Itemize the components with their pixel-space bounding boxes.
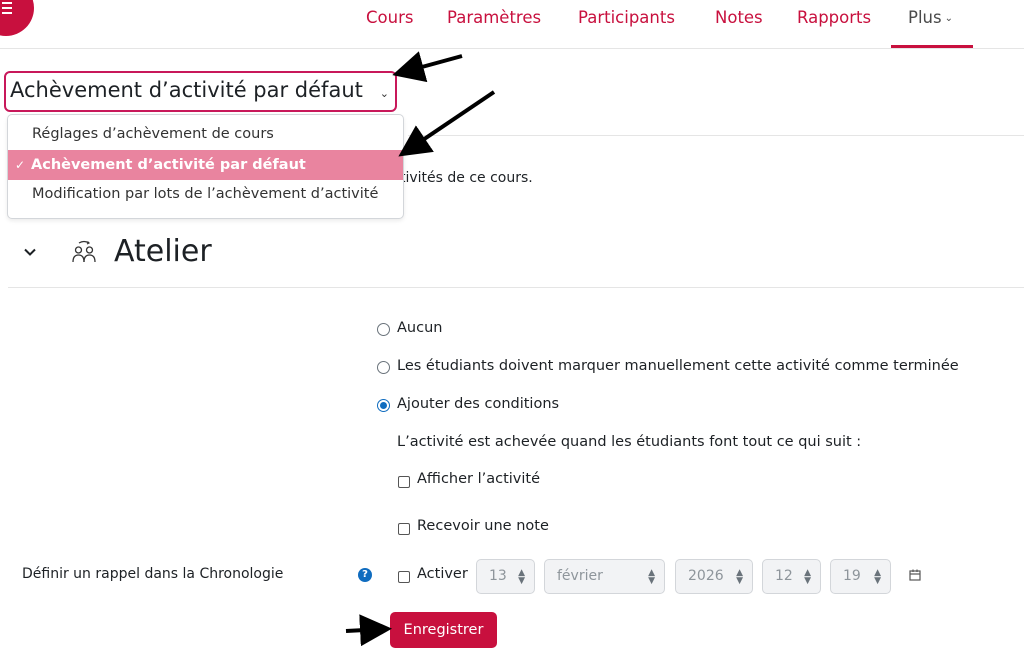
hour-select[interactable]: 12 ▲ ▼ — [762, 559, 821, 594]
calendar-icon[interactable] — [909, 569, 921, 581]
conditions-intro: L’activité est achevée quand les étudian… — [397, 434, 862, 450]
option-conditions-label: Ajouter des conditions — [397, 396, 560, 412]
sort-arrows-icon: ▲ ▼ — [648, 568, 655, 586]
sort-arrows-icon: ▲ ▼ — [736, 568, 743, 586]
dropdown-item-course-completion[interactable]: Réglages d’achèvement de cours — [8, 119, 403, 149]
hour-select-value: 12 — [775, 568, 793, 584]
radio-none[interactable] — [377, 323, 390, 336]
completion-page-dropdown: Réglages d’achèvement de cours ✓ Achèvem… — [7, 114, 404, 219]
month-select-value: février — [557, 568, 603, 584]
option-none-label: Aucun — [397, 320, 443, 336]
option-manual-label: Les étudiants doivent marquer manuelleme… — [397, 358, 959, 374]
month-select[interactable]: février ▲ ▼ — [544, 559, 665, 594]
checkbox-enable-reminder[interactable] — [398, 571, 410, 583]
top-navigation: Cours Paramètres Participants Notes Rapp… — [0, 0, 1024, 49]
nav-item-notes[interactable]: Notes — [715, 8, 763, 27]
sort-arrows-icon: ▲ ▼ — [804, 568, 811, 586]
chevron-down-icon: ⌄ — [379, 87, 389, 100]
annotation-arrow — [398, 90, 496, 157]
page-description: tivités de ce cours. — [400, 170, 533, 186]
sort-arrows-icon: ▲ ▼ — [518, 568, 525, 586]
divider — [408, 135, 1024, 136]
day-select[interactable]: 13 ▲ ▼ — [476, 559, 535, 594]
reminder-label: Définir un rappel dans la Chronologie — [22, 566, 284, 582]
workshop-icon — [72, 240, 96, 263]
save-button[interactable]: Enregistrer — [390, 612, 497, 648]
annotation-arrow — [392, 51, 463, 83]
checkbox-view[interactable] — [398, 476, 410, 488]
minute-select-value: 19 — [843, 568, 861, 584]
completion-page-select[interactable]: Achèvement d’activité par défaut ⌄ — [4, 71, 397, 112]
minute-select[interactable]: 19 ▲ ▼ — [830, 559, 891, 594]
completion-page-select-value: Achèvement d’activité par défaut — [10, 78, 363, 102]
dropdown-item-default-activity-completion[interactable]: ✓ Achèvement d’activité par défaut — [8, 150, 403, 180]
nav-item-participants[interactable]: Participants — [578, 8, 675, 27]
nav-more-label: Plus — [908, 8, 942, 27]
nav-item-cours[interactable]: Cours — [366, 8, 413, 27]
annotation-arrow — [345, 614, 392, 647]
check-icon: ✓ — [15, 158, 26, 172]
checkbox-grade-label: Recevoir une note — [417, 518, 549, 534]
checkbox-view-label: Afficher l’activité — [417, 471, 541, 487]
radio-conditions[interactable] — [377, 399, 390, 412]
divider — [8, 287, 1024, 288]
nav-item-parametres[interactable]: Paramètres — [447, 8, 541, 27]
nav-item-rapports[interactable]: Rapports — [797, 8, 871, 27]
chevron-down-icon: ⌄ — [944, 13, 953, 24]
chevron-down-icon[interactable] — [22, 244, 38, 260]
section-title: Atelier — [114, 234, 212, 269]
help-icon[interactable]: ? — [358, 568, 372, 582]
radio-manual[interactable] — [377, 361, 390, 374]
checkbox-grade[interactable] — [398, 523, 410, 535]
nav-active-indicator — [891, 45, 973, 48]
year-select-value: 2026 — [688, 568, 724, 584]
year-select[interactable]: 2026 ▲ ▼ — [675, 559, 753, 594]
enable-reminder-label: Activer — [417, 566, 468, 582]
sort-arrows-icon: ▲ ▼ — [874, 568, 881, 586]
day-select-value: 13 — [489, 568, 507, 584]
dropdown-item-bulk-edit-completion[interactable]: Modification par lots de l’achèvement d’… — [8, 179, 403, 209]
nav-item-plus[interactable]: Plus ⌄ — [908, 8, 953, 27]
dropdown-item-label: Achèvement d’activité par défaut — [31, 157, 306, 173]
